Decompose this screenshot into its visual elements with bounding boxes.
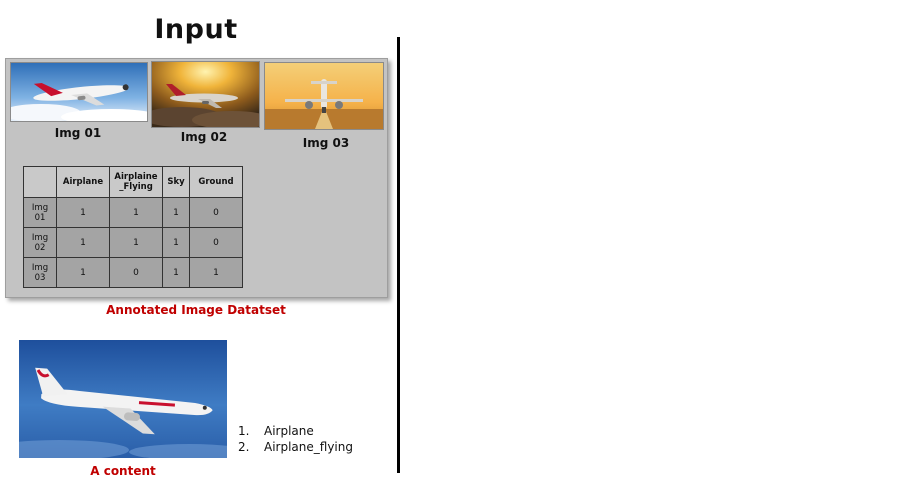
annotation-column-header: Airplaine _Flying xyxy=(109,166,163,198)
annotation-column-header: Ground xyxy=(189,166,243,198)
table-cell: 0 xyxy=(109,257,163,288)
table-cell: 0 xyxy=(189,227,243,258)
table-cell: 1 xyxy=(56,227,110,258)
annotated-dataset-panel: Img 01 Img 02 Img 03 Airplane Airplaine … xyxy=(5,58,388,298)
annotation-table: Airplane Airplaine _Flying Sky Ground Im… xyxy=(23,166,243,288)
table-cell: 1 xyxy=(56,197,110,228)
list-item-text: Airplane_flying xyxy=(264,440,353,454)
content-image xyxy=(19,340,227,458)
dataset-image-01 xyxy=(10,62,148,122)
dataset-image-03-caption: Img 03 xyxy=(302,136,350,150)
table-cell: 0 xyxy=(189,197,243,228)
annotation-column-header: Airplane xyxy=(56,166,110,198)
table-cell: 1 xyxy=(162,257,190,288)
dataset-image-01-caption: Img 01 xyxy=(54,126,102,140)
table-cell: 1 xyxy=(189,257,243,288)
dataset-image-02 xyxy=(151,61,260,128)
dataset-label: Annotated Image Datatset xyxy=(106,303,286,317)
row-label: Img 03 xyxy=(23,257,57,288)
annotation-table-header-row: Airplane Airplaine _Flying Sky Ground xyxy=(23,166,243,198)
row-label: Img 02 xyxy=(23,227,57,258)
table-row: Img 01 1 1 1 0 xyxy=(23,197,243,228)
dataset-image-03 xyxy=(264,62,384,130)
table-cell: 1 xyxy=(162,227,190,258)
table-row: Img 02 1 1 1 0 xyxy=(23,227,243,258)
page-title: Input xyxy=(154,14,238,45)
content-label: A content xyxy=(90,464,156,478)
table-cell: 1 xyxy=(162,197,190,228)
list-item: 2. Airplane_flying xyxy=(238,439,353,455)
list-item: 1. Airplane xyxy=(238,423,353,439)
dataset-image-02-caption: Img 02 xyxy=(180,130,228,144)
table-cell: 1 xyxy=(109,227,163,258)
table-row: Img 03 1 0 1 1 xyxy=(23,257,243,288)
annotation-column-header: Sky xyxy=(162,166,190,198)
prediction-list: 1. Airplane 2. Airplane_flying xyxy=(238,423,353,455)
list-item-number: 2. xyxy=(238,440,250,454)
row-label: Img 01 xyxy=(23,197,57,228)
table-cell: 1 xyxy=(56,257,110,288)
vertical-divider xyxy=(397,37,400,473)
list-item-text: Airplane xyxy=(264,424,314,438)
list-item-number: 1. xyxy=(238,424,250,438)
annotation-column-header xyxy=(23,166,57,198)
table-cell: 1 xyxy=(109,197,163,228)
